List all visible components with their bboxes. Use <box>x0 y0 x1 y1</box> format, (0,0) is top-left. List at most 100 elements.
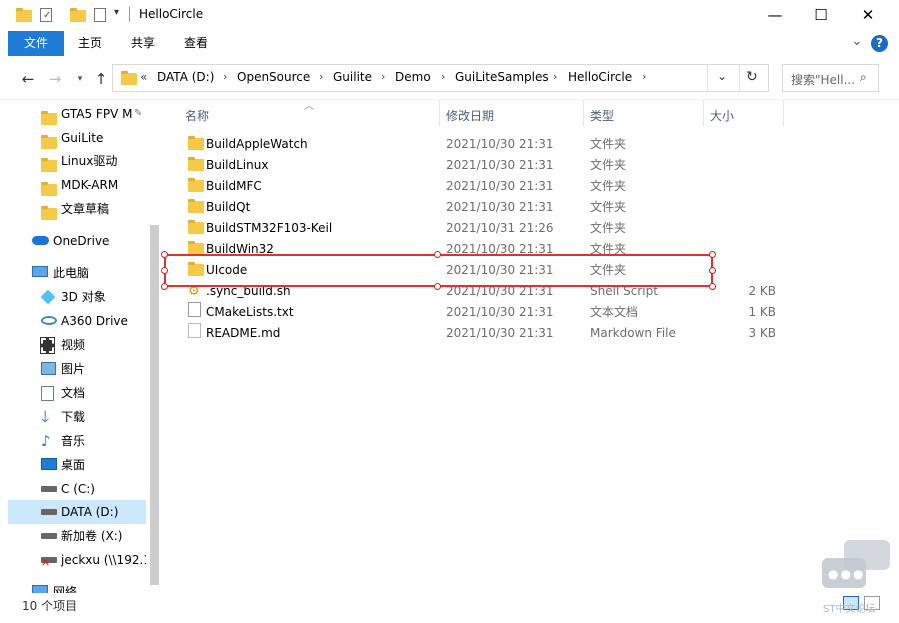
sidebar-item-label: DATA (D:) <box>61 505 119 519</box>
sidebar-item-label: 此电脑 <box>53 266 90 280</box>
breadcrumb-separator[interactable]: › <box>319 70 323 83</box>
sidebar-item-label: MDK-ARM <box>61 178 119 192</box>
column-divider[interactable] <box>583 100 584 126</box>
sidebar-item-this-pc[interactable]: 此电脑 <box>8 261 146 285</box>
breadcrumb-separator[interactable]: › <box>381 70 385 83</box>
sidebar-item-onedrive[interactable]: OneDrive <box>8 229 146 253</box>
sidebar-scrollbar-thumb[interactable] <box>150 225 159 585</box>
sidebar-item-drive-c[interactable]: C (C:) <box>8 477 146 501</box>
recent-locations-icon[interactable]: ▾ <box>72 74 88 84</box>
sidebar-item-network[interactable]: 网络 <box>8 580 146 593</box>
breadcrumb-separator[interactable]: › <box>553 70 557 83</box>
up-arrow-icon[interactable]: ↑ <box>93 70 109 88</box>
table-row[interactable]: BuildAppleWatch 2021/10/30 21:31 文件夹 <box>164 134 784 155</box>
status-bar: 10 个项目 <box>0 593 899 623</box>
breadcrumb-hellocircle[interactable]: HelloCircle <box>568 70 632 84</box>
sidebar-item-drive-x[interactable]: 新加卷 (X:) <box>8 524 146 548</box>
sidebar-item-videos[interactable]: 视频 <box>8 333 146 357</box>
address-overflow[interactable]: « <box>140 70 147 84</box>
column-header-name[interactable]: 名称 <box>185 107 209 124</box>
resize-handle <box>161 251 168 258</box>
computer-icon <box>32 266 48 277</box>
new-folder-icon[interactable] <box>70 8 86 22</box>
network-icon <box>32 585 48 593</box>
close-button[interactable]: ✕ <box>845 0 891 31</box>
column-header-type[interactable]: 类型 <box>590 107 614 124</box>
music-note-icon: ♪ <box>41 432 51 450</box>
table-row[interactable]: BuildLinux 2021/10/30 21:31 文件夹 <box>164 155 784 176</box>
sidebar-item-label: GTA5 FPV M <box>61 107 133 121</box>
text-file-icon <box>188 302 201 317</box>
breadcrumb-guilitesamples[interactable]: GuiLiteSamples <box>455 70 549 84</box>
sidebar-item-drive-d[interactable]: DATA (D:) <box>8 500 146 524</box>
watermark-logo: ●●● <box>820 540 892 596</box>
sidebar-item-documents[interactable]: 文档 <box>8 381 146 405</box>
drive-icon <box>41 509 57 515</box>
breadcrumb-separator[interactable]: › <box>642 70 646 83</box>
file-name: README.md <box>206 326 281 340</box>
table-row[interactable]: BuildQt 2021/10/30 21:31 文件夹 <box>164 197 784 218</box>
navigation-pane: GTA5 FPV M ✎ GuiLite Linux驱动 MDK-ARM 文章草… <box>0 100 164 593</box>
column-header-size[interactable]: 大小 <box>710 107 734 124</box>
pin-icon: ✎ <box>134 108 143 119</box>
resize-handle <box>709 283 716 290</box>
sidebar-item-gta5[interactable]: GTA5 FPV M ✎ <box>8 102 146 126</box>
download-arrow-icon: 🡓 <box>41 407 50 426</box>
file-size: 1 KB <box>748 305 776 319</box>
sidebar-item-linux-driver[interactable]: Linux驱动 <box>8 149 146 173</box>
sidebar-item-drafts[interactable]: 文章草稿 <box>8 197 146 221</box>
sidebar-item-pictures[interactable]: 图片 <box>8 357 146 381</box>
search-input[interactable]: 搜索"Hell... <box>791 71 855 88</box>
file-type: 文件夹 <box>590 179 627 193</box>
sidebar-item-desktop[interactable]: 桌面 <box>8 453 146 477</box>
tab-view[interactable]: 查看 <box>170 31 222 56</box>
maximize-button[interactable]: ☐ <box>798 0 844 31</box>
forward-arrow-icon[interactable]: → <box>47 70 63 88</box>
new-item-icon[interactable] <box>94 8 106 22</box>
table-row[interactable]: BuildMFC 2021/10/30 21:31 文件夹 <box>164 176 784 197</box>
folder-icon <box>41 131 57 149</box>
sidebar-item-label: 文档 <box>61 386 86 400</box>
resize-handle <box>709 267 716 274</box>
sidebar-item-downloads[interactable]: 🡓 下载 <box>8 405 146 429</box>
table-row[interactable]: BuildSTM32F103-Keil 2021/10/31 21:26 文件夹 <box>164 218 784 239</box>
breadcrumb-demo[interactable]: Demo <box>395 70 431 84</box>
address-dropdown-icon[interactable]: ⌄ <box>717 69 727 83</box>
sidebar-item-3d-objects[interactable]: 3D 对象 <box>8 285 146 309</box>
column-divider[interactable] <box>703 100 704 126</box>
sidebar-item-a360[interactable]: A360 Drive <box>8 309 146 333</box>
properties-icon[interactable]: ✓ <box>40 8 52 22</box>
column-divider[interactable] <box>783 100 784 126</box>
search-icon[interactable]: ⌕ <box>860 70 867 85</box>
sidebar-item-label: jeckxu (\\192.1 <box>61 553 146 567</box>
breadcrumb-guilite[interactable]: Guilite <box>333 70 372 84</box>
tab-share[interactable]: 共享 <box>116 31 170 56</box>
breadcrumb-separator[interactable]: › <box>223 70 227 83</box>
tab-file[interactable]: 文件 <box>8 31 64 56</box>
file-name: BuildLinux <box>206 158 269 172</box>
customize-toolbar-icon[interactable]: ▾ <box>114 7 119 18</box>
breadcrumb-opensource[interactable]: OpenSource <box>237 70 310 84</box>
table-row[interactable]: CMakeLists.txt 2021/10/30 21:31 文本文档 1 K… <box>164 302 784 323</box>
chevron-down-icon[interactable]: ⌄ <box>851 33 863 49</box>
sidebar-item-music[interactable]: ♪ 音乐 <box>8 429 146 453</box>
help-icon[interactable]: ? <box>871 35 888 52</box>
search-box[interactable]: 搜索"Hell... ⌕ <box>782 64 879 92</box>
breadcrumb-separator[interactable]: › <box>441 70 445 83</box>
chat-bubble-icon <box>844 540 890 570</box>
address-box[interactable]: « DATA (D:) › OpenSource › Guilite › Dem… <box>112 64 769 92</box>
refresh-icon[interactable]: ↻ <box>746 69 758 85</box>
tab-home[interactable]: 主页 <box>64 31 116 56</box>
sidebar-item-network-share[interactable]: ✕ jeckxu (\\192.1 <box>8 548 146 572</box>
sidebar-item-label: 图片 <box>61 362 86 376</box>
breadcrumb-data-drive[interactable]: DATA (D:) <box>157 70 214 84</box>
back-arrow-icon[interactable]: ← <box>20 70 36 88</box>
minimize-button[interactable]: — <box>752 0 798 31</box>
column-divider[interactable] <box>439 100 440 126</box>
desktop-icon <box>41 458 57 470</box>
sidebar-item-mdk-arm[interactable]: MDK-ARM <box>8 173 146 197</box>
table-row[interactable]: README.md 2021/10/30 21:31 Markdown File… <box>164 323 784 344</box>
sidebar-item-guilite[interactable]: GuiLite <box>8 126 146 150</box>
sidebar-item-label: 文章草稿 <box>61 202 110 216</box>
column-header-date[interactable]: 修改日期 <box>446 107 494 124</box>
